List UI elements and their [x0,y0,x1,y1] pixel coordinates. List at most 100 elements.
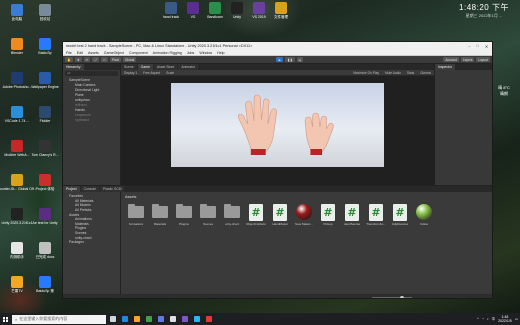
mute-audio-toggle[interactable]: Mute Audio [385,71,401,75]
display-dropdown[interactable]: Display 1 [124,71,137,75]
taskbar-clock[interactable]: 1:48 2022/1/5 [498,315,512,323]
start-button[interactable] [0,314,10,324]
close-button[interactable]: ✕ [485,44,488,49]
game-view[interactable] [121,76,434,185]
menu-item[interactable]: File [66,51,72,55]
asset-item[interactable]: # UdpReceive [389,203,411,226]
desktop-icon[interactable]: Bandicam [204,2,226,19]
scale-tool-icon[interactable]: ⤢ [92,57,99,62]
stats-toggle[interactable]: Stats [407,71,414,75]
asset-item[interactable]: # HandSender [341,203,363,226]
global-toggle[interactable]: Global [123,57,137,62]
asset-item[interactable]: # Pickup [317,203,339,226]
taskbar-app-task-view[interactable] [108,315,118,324]
desktop-icon[interactable]: 芒果TV [6,276,28,293]
desktop-icon[interactable]: VS 2019 [248,2,270,19]
rotate-tool-icon[interactable]: ⟳ [83,57,91,62]
taskbar-app-store[interactable] [156,315,166,324]
chrome-icon [146,316,152,322]
desktop-icon[interactable]: Tom Clancy's R... [31,140,59,157]
menu-item[interactable]: Assets [88,51,99,55]
desktop-icon[interactable]: Fiddler [34,106,56,123]
hierarchy-search[interactable]: All [65,71,118,76]
hands-render [238,94,334,155]
thumbnail-size-slider[interactable] [372,296,412,298]
desktop-icon[interactable]: Blender [6,38,28,55]
game-render [171,83,384,167]
desktop-icon[interactable]: Unity [226,2,248,19]
menu-item[interactable]: Window [199,51,212,55]
play-button[interactable]: ▶ [276,57,284,62]
asset-item[interactable]: Materials [149,203,171,226]
rect-tool-icon[interactable]: ▭ [100,57,108,62]
volume-icon[interactable]: ♪ [487,317,489,321]
layout-dropdown[interactable]: Layout [476,57,490,62]
taskbar-app-unity[interactable] [168,315,178,324]
menu-item[interactable]: Edit [77,51,83,55]
asset-item[interactable]: Yellow [413,203,435,226]
account-dropdown[interactable]: Account [443,57,459,62]
desktop-icon[interactable]: Ae test for Unity [33,208,57,225]
asset-item[interactable]: # ObjectCollision [245,203,267,226]
desktop-icon[interactable]: VSCode 1.74 ... [5,106,29,123]
desktop-icon[interactable]: 此电脑 [6,4,28,21]
pivot-toggle[interactable]: Pivot [109,57,121,62]
menu-item[interactable]: Help [217,51,224,55]
maximize-on-play-toggle[interactable]: Maximize On Play [353,71,379,75]
move-tool-icon[interactable]: ✥ [74,57,82,62]
desktop-icon[interactable]: hand track [160,2,182,19]
desktop-icon[interactable]: Counter-St... Global Off... [0,174,37,191]
step-button[interactable]: ▸| [296,57,304,62]
asset-item[interactable]: # HandModel [269,203,291,226]
asset-item[interactable]: Scenes [197,203,219,226]
scale-slider[interactable]: Scale [166,71,174,75]
desktop-icon[interactable]: VS [182,2,204,19]
project-tree-item[interactable]: Packages [63,240,120,245]
aspect-dropdown[interactable]: Free Aspect [143,71,160,75]
notification-icon[interactable]: ▭ [515,317,518,321]
desktop-icon[interactable]: BaiduSp 第 [34,276,56,293]
desktop-icon-label: 文件管理 [274,15,288,19]
desktop-icon[interactable]: Adobe Photosho... [3,72,31,89]
desktop-icon[interactable]: 已完成 docs [34,242,56,259]
tab-hierarchy[interactable]: Hierarchy [63,64,84,70]
tray-chevron-icon[interactable]: ^ [477,317,479,321]
desktop-icon[interactable]: Unity 2020.3.21f1c1 [1,208,33,225]
desktop-icon[interactable]: 回收站 [34,4,56,21]
layers-dropdown[interactable]: Layers [460,57,475,62]
desktop-icon[interactable]: McAfee WebA... [4,140,30,157]
asset-item[interactable]: unity-chan! [221,203,243,226]
hand-tool-icon[interactable]: ✋ [65,57,73,62]
desktop-icon[interactable]: 文件管理 [270,2,292,19]
input-language[interactable]: 中 [492,317,496,322]
asset-item[interactable]: # TransformFo... [365,203,387,226]
csharp-script-icon: # [393,203,407,221]
hierarchy-item[interactable]: righthand [63,117,120,122]
desktop-icon[interactable]: Project 体验 [34,174,56,191]
desktop-icon[interactable]: Wallpaper Engine [31,72,59,89]
tab-inspector[interactable]: Inspector [435,64,455,70]
pause-button[interactable]: ❚❚ [285,57,295,62]
minimize-button[interactable]: – [468,44,470,49]
menu-item[interactable]: GameObject [104,51,124,55]
network-icon[interactable]: ◔ [482,317,484,321]
taskbar-app-vs[interactable] [180,315,190,324]
window-titlebar[interactable]: model test 2 hand track - SampleScene - … [63,42,492,50]
taskbar-app-explorer[interactable] [132,315,142,324]
menu-item[interactable]: Jobs [187,51,195,55]
maximize-button[interactable]: □ [477,44,479,49]
taskbar-search[interactable]: ⌕ 在这里输入你要搜索的内容 [12,314,106,324]
asset-item[interactable]: New Materi... [293,203,315,226]
asset-item[interactable]: Animations [125,203,147,226]
desktop-icon[interactable]: BaiduSp [34,38,56,55]
menu-item[interactable]: Animation Rigging [153,51,182,55]
menu-item[interactable]: Component [129,51,148,55]
asset-item[interactable]: Plugins [173,203,195,226]
taskbar-app-bandicam[interactable] [204,315,214,324]
system-tray: ^ ◔ ♪ 中 1:48 2022/1/5 ▭ [477,313,518,325]
taskbar-app-edge[interactable] [120,315,130,324]
taskbar-app-vscode[interactable] [192,315,202,324]
gizmos-dropdown[interactable]: Gizmos [420,71,434,75]
taskbar-app-chrome[interactable] [144,315,154,324]
desktop-icon[interactable]: 内测助手 [6,242,28,259]
